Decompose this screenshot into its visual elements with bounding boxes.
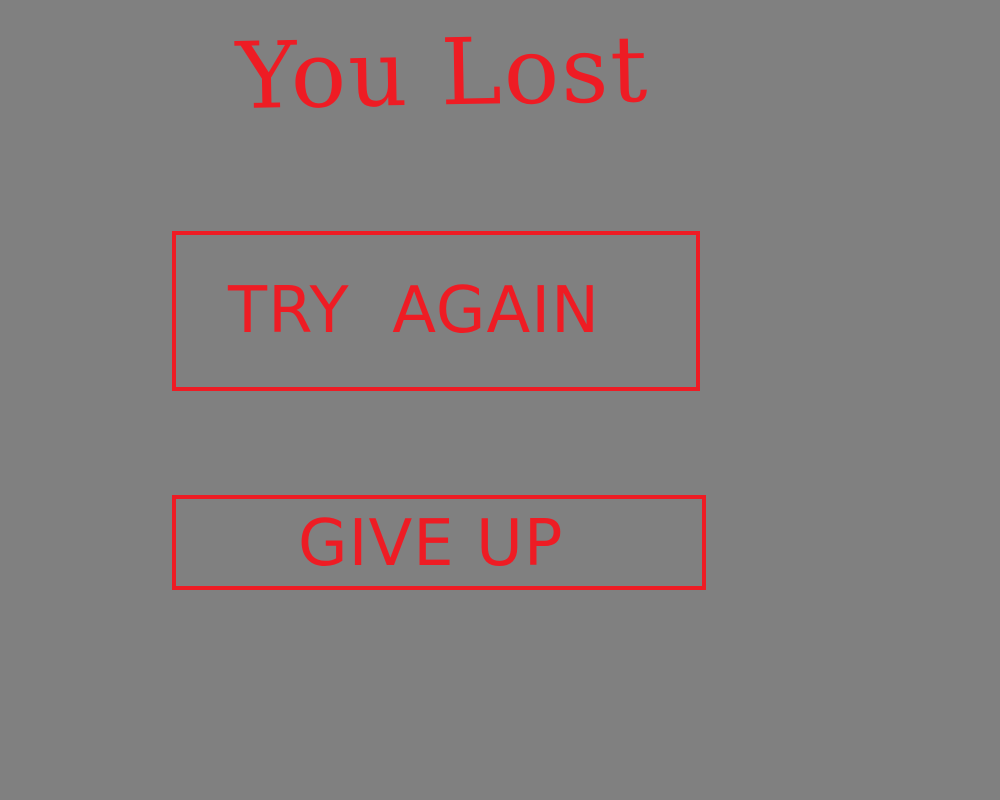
give-up-label: GIVE UP (298, 507, 564, 581)
try-again-label: TRY AGAIN (228, 274, 601, 348)
try-again-button[interactable]: TRY AGAIN (172, 231, 700, 391)
game-over-screen: You Lost TRY AGAIN GIVE UP (0, 0, 1000, 800)
give-up-button[interactable]: GIVE UP (172, 495, 706, 590)
game-over-title: You Lost (235, 15, 651, 130)
